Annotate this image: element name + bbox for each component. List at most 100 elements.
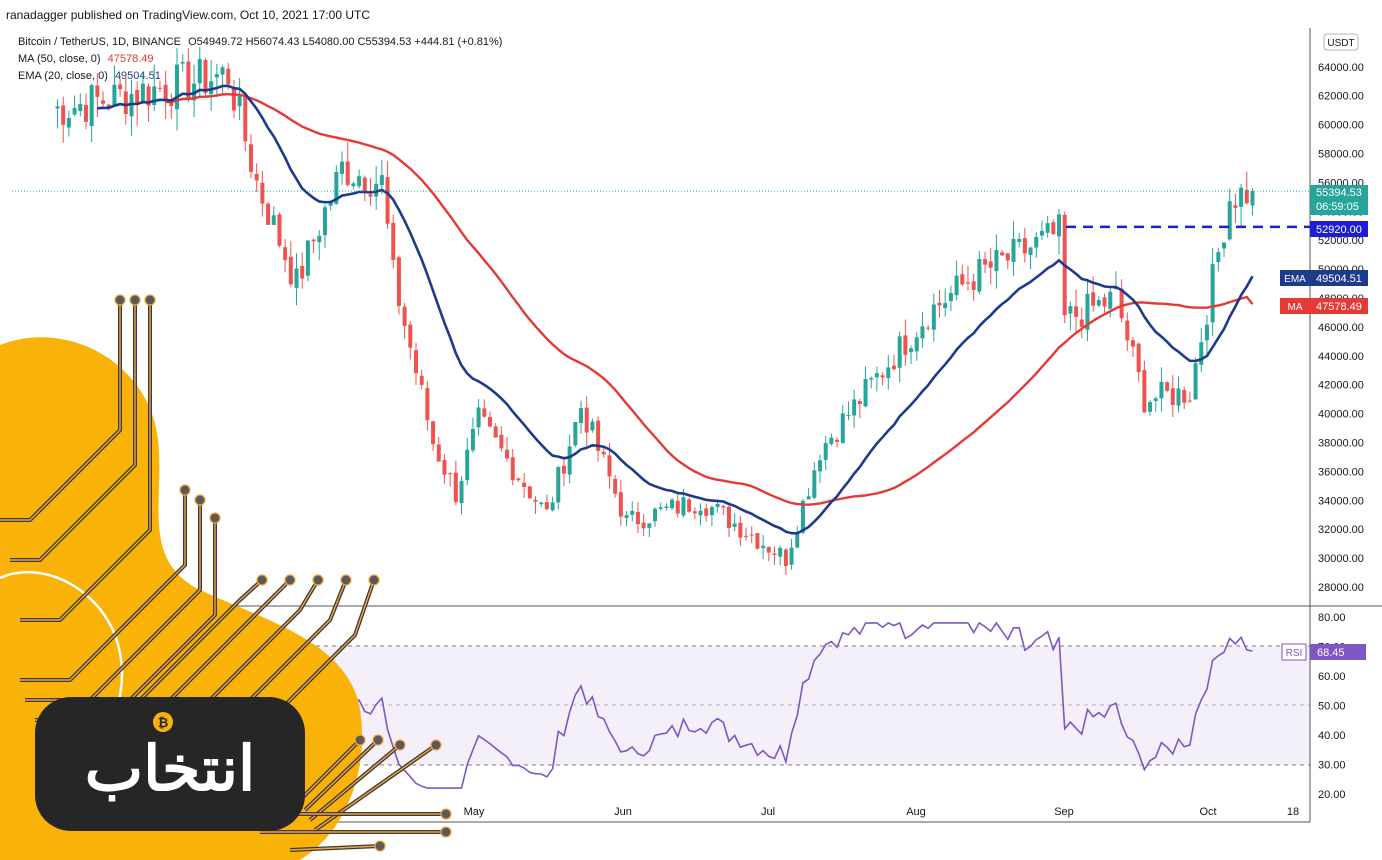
candle bbox=[1187, 391, 1192, 403]
price-tick-label: 60000.00 bbox=[1318, 120, 1364, 132]
candle bbox=[926, 325, 931, 331]
candle bbox=[641, 513, 646, 537]
time-tick-label: Sep bbox=[1054, 806, 1074, 818]
rsi-tick-label: 40.00 bbox=[1318, 730, 1346, 742]
candle bbox=[664, 503, 669, 511]
candle bbox=[840, 404, 845, 444]
candle bbox=[214, 63, 219, 98]
candle bbox=[351, 181, 356, 190]
candle bbox=[260, 170, 265, 217]
candle bbox=[556, 466, 561, 510]
ema-tag-value: 49504.51 bbox=[1316, 273, 1362, 285]
candle bbox=[1148, 400, 1153, 416]
candle bbox=[391, 214, 396, 269]
candle bbox=[112, 65, 117, 107]
candle bbox=[459, 476, 464, 515]
candle bbox=[453, 460, 458, 506]
candle bbox=[573, 421, 578, 448]
candle bbox=[561, 456, 566, 486]
candle bbox=[1039, 220, 1044, 241]
currency-badge[interactable]: USDT bbox=[1323, 33, 1359, 51]
candle bbox=[140, 74, 145, 104]
candle bbox=[408, 321, 413, 360]
candle bbox=[1011, 221, 1016, 276]
candle bbox=[1096, 296, 1101, 308]
time-tick-label: 18 bbox=[1287, 806, 1299, 818]
current-price-tag: 55394.53 06:59:05 bbox=[1310, 185, 1368, 215]
candle bbox=[687, 497, 692, 513]
candle bbox=[152, 64, 157, 112]
ema-tag: EMA 49504.51 bbox=[1280, 270, 1368, 286]
candle bbox=[1239, 183, 1244, 226]
time-tick-label: Aug bbox=[906, 806, 926, 818]
candle bbox=[499, 426, 504, 452]
time-axis[interactable]: May Jun Jul Aug Sep Oct 18 bbox=[464, 806, 1300, 818]
candle bbox=[266, 201, 271, 225]
candle bbox=[909, 345, 914, 365]
candle bbox=[1193, 357, 1198, 400]
rsi-tick-label: 30.00 bbox=[1318, 760, 1346, 772]
candle bbox=[448, 472, 453, 487]
candle bbox=[749, 526, 754, 544]
candle bbox=[510, 448, 515, 486]
candle bbox=[761, 535, 766, 560]
candle bbox=[960, 264, 965, 287]
level-tag-value: 52920.00 bbox=[1316, 224, 1362, 236]
candle bbox=[806, 488, 811, 500]
candle bbox=[83, 93, 88, 130]
candle bbox=[738, 516, 743, 547]
candle bbox=[635, 502, 640, 533]
price-axis[interactable]: 64000.0062000.0060000.0058000.0056000.00… bbox=[1318, 62, 1364, 594]
circuit-node bbox=[394, 739, 406, 751]
circuit-node bbox=[340, 574, 352, 586]
candle bbox=[1182, 386, 1187, 410]
candle bbox=[897, 331, 902, 383]
watermark-logo: ₿ انتخاب bbox=[0, 294, 452, 860]
candle bbox=[300, 252, 305, 289]
candle bbox=[1199, 328, 1204, 373]
candle bbox=[209, 60, 214, 111]
candle bbox=[1250, 188, 1255, 216]
candle bbox=[863, 366, 868, 408]
candle bbox=[829, 433, 834, 446]
price-tick-label: 58000.00 bbox=[1318, 149, 1364, 161]
candle bbox=[1227, 188, 1232, 241]
circuit-node bbox=[194, 494, 206, 506]
candle bbox=[567, 434, 572, 484]
candle bbox=[1136, 342, 1141, 382]
candle bbox=[550, 496, 555, 512]
candle bbox=[1068, 301, 1073, 331]
candle bbox=[1005, 252, 1010, 270]
candle bbox=[857, 398, 862, 419]
candle bbox=[1051, 219, 1056, 235]
candle bbox=[874, 366, 879, 392]
candle bbox=[72, 95, 77, 117]
rsi-tick-label: 20.00 bbox=[1318, 789, 1346, 801]
candle bbox=[288, 240, 293, 288]
candle bbox=[715, 500, 720, 513]
price-chart[interactable]: 64000.0062000.0060000.0058000.0056000.00… bbox=[0, 0, 1382, 860]
rsi-tag-label: RSI bbox=[1286, 648, 1303, 659]
candle bbox=[1233, 193, 1238, 224]
candle bbox=[402, 302, 407, 339]
circuit-node bbox=[144, 294, 156, 306]
candle bbox=[374, 165, 379, 210]
candle bbox=[1022, 227, 1027, 263]
candle bbox=[1102, 293, 1107, 313]
candle bbox=[795, 525, 800, 549]
candle bbox=[231, 80, 236, 119]
candle bbox=[476, 399, 481, 436]
candle bbox=[1057, 209, 1062, 255]
rsi-tag-value: 68.45 bbox=[1317, 647, 1345, 659]
candle bbox=[755, 533, 760, 550]
candle bbox=[61, 96, 66, 143]
candle bbox=[493, 422, 498, 438]
price-tick-label: 36000.00 bbox=[1318, 466, 1364, 478]
price-tick-label: 28000.00 bbox=[1318, 582, 1364, 594]
rsi-axis[interactable]: 80.0070.0060.0050.0040.0030.0020.00 bbox=[1318, 612, 1346, 801]
candle bbox=[772, 546, 777, 565]
candle bbox=[744, 527, 749, 541]
candle bbox=[95, 73, 100, 117]
candle bbox=[522, 473, 527, 499]
candle bbox=[658, 502, 663, 511]
